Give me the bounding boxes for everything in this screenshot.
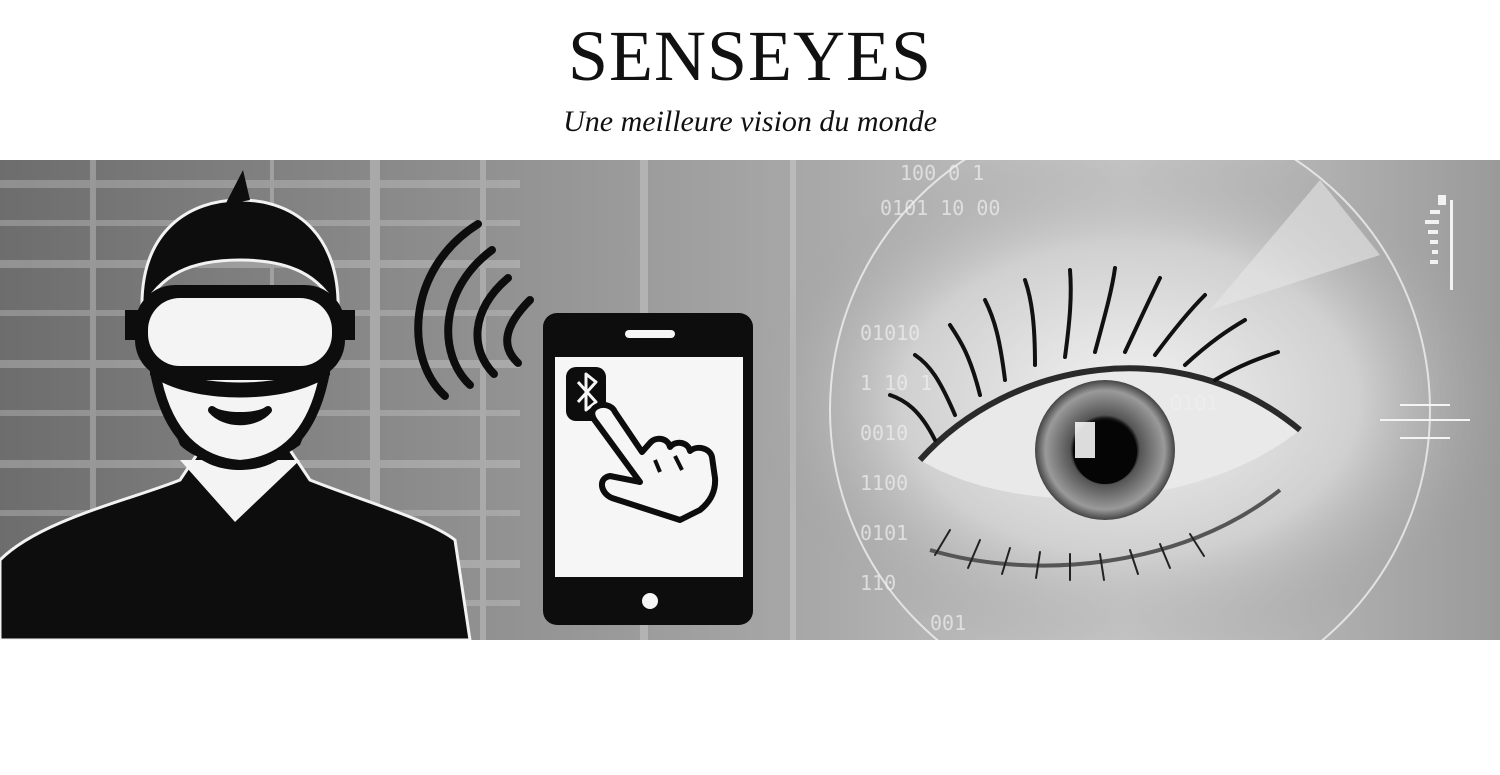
binary-digits: 001	[930, 611, 966, 635]
binary-digits: 0101	[860, 521, 908, 545]
hero-banner-graphic: 100 0 1 0101 10 00 01010 1 10 1 0010 110…	[0, 160, 1500, 640]
binary-digits: 110	[860, 571, 896, 595]
site-tagline: Une meilleure vision du monde	[563, 105, 937, 138]
binary-digits: 0101 10 00	[880, 196, 1000, 220]
site-title: SENSEYES	[567, 16, 933, 96]
binary-digits: 100 0 1	[900, 161, 984, 185]
binary-digits: 01010	[860, 321, 920, 345]
binary-digits: 1 10 1	[860, 371, 932, 395]
binary-digits: 0101	[1170, 391, 1218, 415]
hero-banner: 100 0 1 0101 10 00 01010 1 10 1 0010 110…	[0, 160, 1500, 640]
smartphone-icon	[543, 313, 753, 625]
eye-photo: 100 0 1 0101 10 00 01010 1 10 1 0010 110…	[750, 160, 1500, 640]
page-header: SENSEYES Une meilleure vision du monde	[0, 0, 1500, 160]
binary-digits: 1100	[860, 471, 908, 495]
binary-digits: 0010	[860, 421, 908, 445]
page-below-banner	[0, 640, 1500, 775]
